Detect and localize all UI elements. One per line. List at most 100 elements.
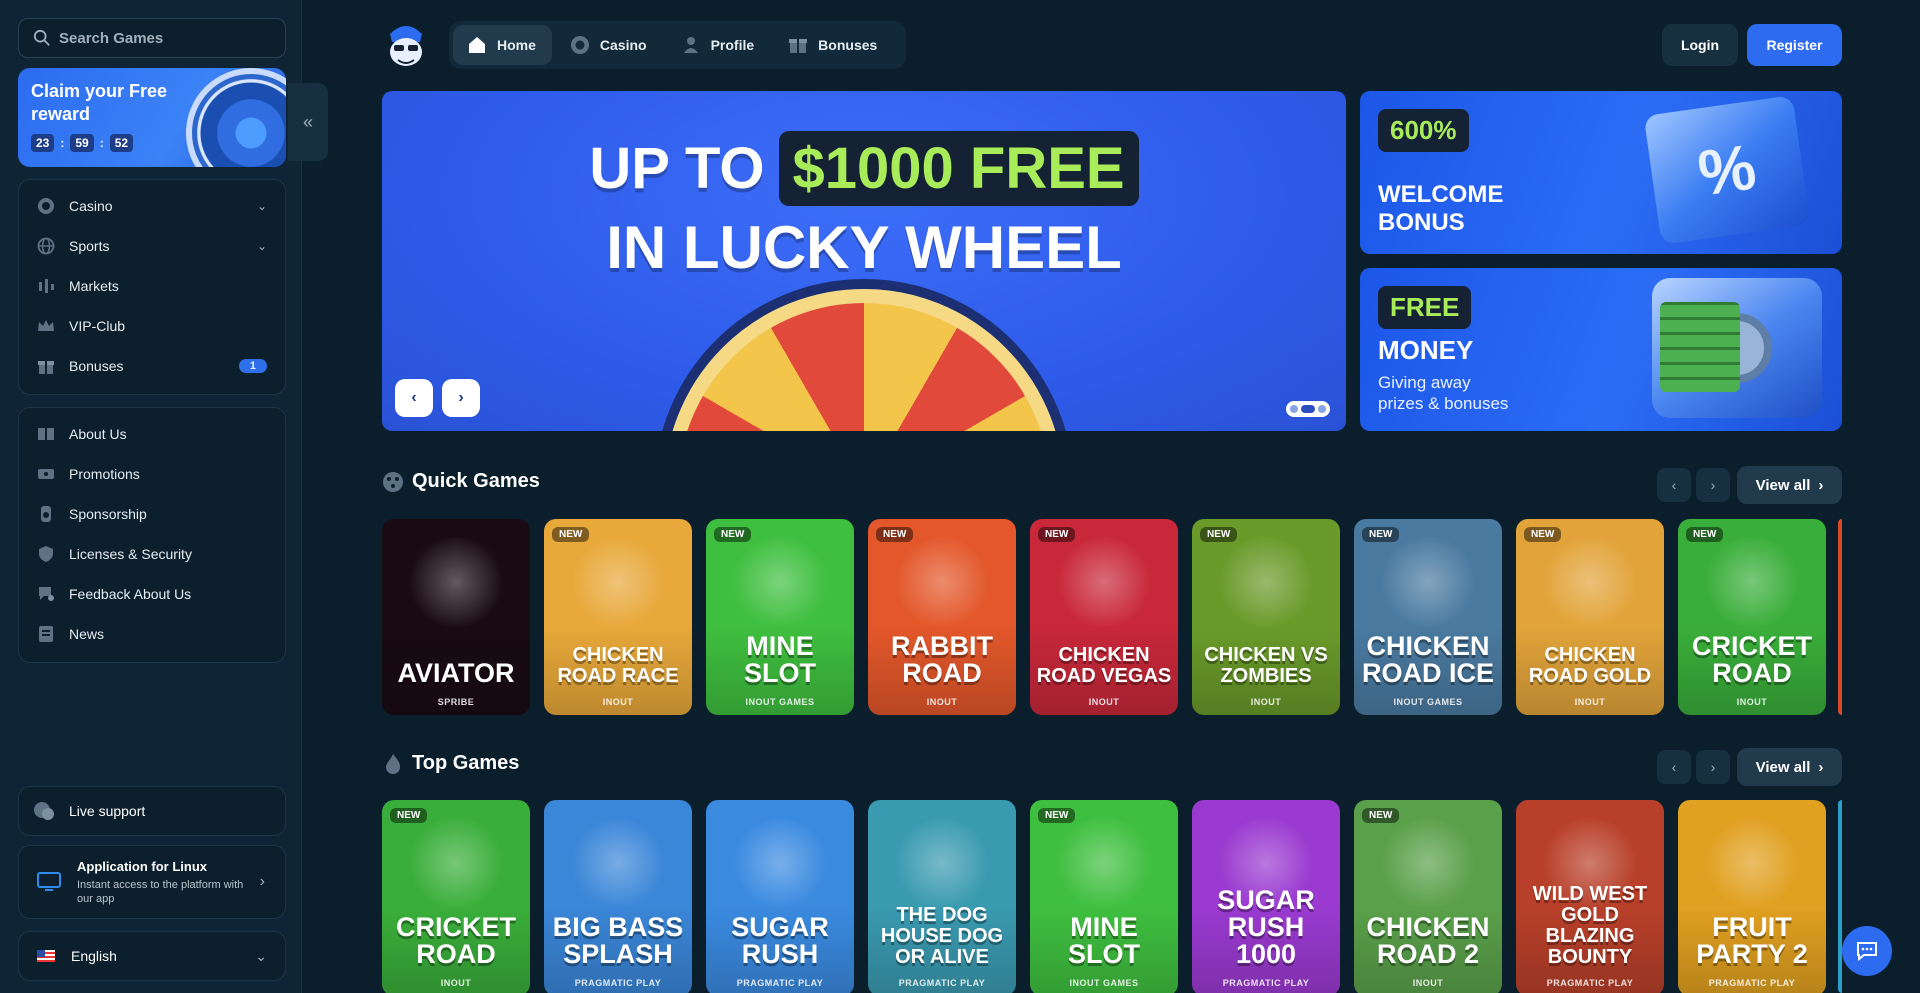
tab-bonuses[interactable]: Bonuses	[774, 25, 893, 65]
quick-games-view-all-button[interactable]: View all ›	[1737, 466, 1842, 504]
top-games-next-button[interactable]: ›	[1696, 750, 1730, 784]
game-title: FRUIT PARTY 2	[1696, 912, 1808, 969]
linux-app-banner[interactable]: Application for Linux Instant access to …	[18, 845, 286, 919]
new-badge: NEW	[714, 527, 752, 542]
game-provider: PRAGMATIC PLAY	[1222, 978, 1310, 988]
sidebar-item-bonuses[interactable]: Bonuses 1	[19, 346, 285, 386]
language-label: English	[71, 948, 117, 964]
game-card[interactable]: NEW CHICKEN ROAD GOLD INOUT	[1516, 519, 1664, 715]
game-art	[1378, 537, 1478, 627]
game-card[interactable]: NEW CRICKET ROAD INOUT	[382, 800, 530, 993]
game-card[interactable]: NEW RABBIT ROAD INOUT	[868, 519, 1016, 715]
bonus-count-badge: 1	[238, 359, 267, 373]
sidebar-item-vip-club[interactable]: VIP-Club	[19, 306, 285, 346]
claim-reward-banner[interactable]: Claim your Free reward 23 : 59 : 52	[18, 68, 286, 167]
live-support-button[interactable]: Live support	[18, 786, 286, 836]
hero-carousel[interactable]: UP TO $1000 FREE IN LUCKY WHEEL ‹ ›	[382, 91, 1346, 431]
carousel-dots[interactable]	[1286, 401, 1330, 417]
game-card[interactable]: NEW CHICKEN ROAD ICE INOUT GAMES	[1354, 519, 1502, 715]
game-card[interactable]: NEW CHICKEN ROAD VEGAS INOUT	[1030, 519, 1178, 715]
game-card[interactable]: NEW MINE SLOT INOUT GAMES	[1030, 800, 1178, 993]
game-provider: PRAGMATIC PLAY	[1546, 978, 1634, 988]
sidebar-item-label: Promotions	[69, 466, 140, 482]
game-title: CHICKEN ROAD VEGAS	[1036, 644, 1172, 687]
new-badge: NEW	[876, 527, 914, 542]
free-money-banner[interactable]: FREE MONEY Giving away prizes & bonuses	[1360, 268, 1842, 431]
game-card[interactable]: THE DOG HOUSE DOG OR ALIVE PRAGMATIC PLAY	[868, 800, 1016, 993]
home-icon	[467, 35, 487, 55]
game-art	[406, 537, 506, 627]
sidebar-item-sports[interactable]: Sports ⌄	[19, 226, 285, 266]
game-title: CHICKEN VS ZOMBIES	[1204, 644, 1328, 687]
game-card-partial[interactable]	[1838, 800, 1842, 993]
carousel-next-button[interactable]: ›	[442, 379, 480, 417]
game-card[interactable]: NEW CHICKEN ROAD 2 INOUT	[1354, 800, 1502, 993]
sidebar-item-casino[interactable]: Casino ⌄	[19, 186, 285, 226]
sidebar-item-feedback[interactable]: Feedback About Us	[19, 574, 285, 614]
game-card[interactable]: SUGAR RUSH PRAGMATIC PLAY	[706, 800, 854, 993]
carousel-dot-active[interactable]	[1301, 405, 1315, 413]
game-title: THE DOG HOUSE DOG OR ALIVE	[880, 904, 1004, 968]
game-provider: PRAGMATIC PLAY	[898, 978, 986, 988]
tab-casino[interactable]: Casino	[556, 25, 663, 65]
tab-profile[interactable]: Profile	[667, 25, 771, 65]
top-games-header: Top Games	[382, 752, 519, 775]
view-all-label: View all	[1755, 476, 1811, 494]
hero-text: UP TO	[589, 136, 765, 201]
app-root: Claim your Free reward 23 : 59 : 52 Casi…	[0, 0, 1920, 993]
game-card-partial[interactable]	[1838, 519, 1842, 715]
quick-games-prev-button[interactable]: ‹	[1657, 468, 1691, 502]
game-title: MINE SLOT	[1068, 912, 1140, 969]
chevron-left-icon: ‹	[1671, 477, 1677, 493]
carousel-dot[interactable]	[1290, 405, 1298, 413]
carousel-dot[interactable]	[1318, 405, 1326, 413]
feedback-icon	[36, 584, 56, 604]
game-card[interactable]: NEW CHICKEN ROAD RACE INOUT	[544, 519, 692, 715]
chat-bubbles-icon	[33, 800, 55, 822]
sidebar-item-promotions[interactable]: Promotions	[19, 454, 285, 494]
sidebar-item-markets[interactable]: Markets	[19, 266, 285, 306]
game-card[interactable]: FRUIT PARTY 2 PRAGMATIC PLAY	[1678, 800, 1826, 993]
sidebar: Claim your Free reward 23 : 59 : 52 Casi…	[0, 0, 302, 993]
sidebar-item-news[interactable]: News	[19, 614, 285, 654]
game-card[interactable]: SUGAR RUSH 1000 PRAGMATIC PLAY	[1192, 800, 1340, 993]
game-art	[730, 537, 830, 627]
reward-timer: 23 : 59 : 52	[31, 134, 134, 152]
register-button[interactable]: Register	[1747, 24, 1842, 66]
game-card[interactable]: AVIATOR SPRIBE	[382, 519, 530, 715]
collapse-sidebar-button[interactable]: «	[288, 83, 328, 161]
carousel-prev-button[interactable]: ‹	[395, 379, 433, 417]
sidebar-item-licenses[interactable]: Licenses & Security	[19, 534, 285, 574]
search-input[interactable]	[59, 29, 279, 47]
chat-widget-button[interactable]	[1842, 926, 1892, 976]
game-title: MINE SLOT	[744, 631, 816, 688]
game-art	[406, 818, 506, 908]
login-button[interactable]: Login	[1662, 24, 1738, 66]
sidebar-item-about-us[interactable]: About Us	[19, 414, 285, 454]
welcome-bonus-banner[interactable]: 600% WELCOME BONUS %	[1360, 91, 1842, 254]
sidebar-item-label: Sports	[69, 238, 110, 254]
top-games-prev-button[interactable]: ‹	[1657, 750, 1691, 784]
top-games-view-all-button[interactable]: View all ›	[1737, 748, 1842, 786]
game-card[interactable]: NEW CRICKET ROAD INOUT	[1678, 519, 1826, 715]
game-card[interactable]: WILD WEST GOLD BLAZING BOUNTY PRAGMATIC P…	[1516, 800, 1664, 993]
sidebar-item-sponsorship[interactable]: Sponsorship	[19, 494, 285, 534]
tab-label: Casino	[599, 37, 647, 53]
tab-home[interactable]: Home	[453, 25, 552, 65]
sidebar-item-label: Markets	[69, 278, 119, 294]
top-navigation: Home Casino Profile Bonuses	[449, 21, 906, 69]
quick-games-next-button[interactable]: ›	[1696, 468, 1730, 502]
gift-icon	[788, 35, 808, 55]
game-card[interactable]: NEW CHICKEN VS ZOMBIES INOUT	[1192, 519, 1340, 715]
chevron-left-icon: ‹	[411, 389, 417, 406]
game-card[interactable]: BIG BASS SPLASH PRAGMATIC PLAY	[544, 800, 692, 993]
game-provider: INOUT	[1250, 697, 1282, 707]
brand-logo[interactable]	[384, 22, 428, 68]
game-provider: INOUT	[1736, 697, 1768, 707]
welcome-bonus-percent: 600%	[1378, 109, 1469, 152]
game-card[interactable]: NEW MINE SLOT INOUT GAMES	[706, 519, 854, 715]
search-box[interactable]	[18, 18, 286, 58]
language-selector[interactable]: English ⌄	[18, 931, 286, 981]
welcome-line1: WELCOME	[1378, 181, 1504, 208]
sidebar-item-label: Feedback About Us	[69, 586, 192, 602]
